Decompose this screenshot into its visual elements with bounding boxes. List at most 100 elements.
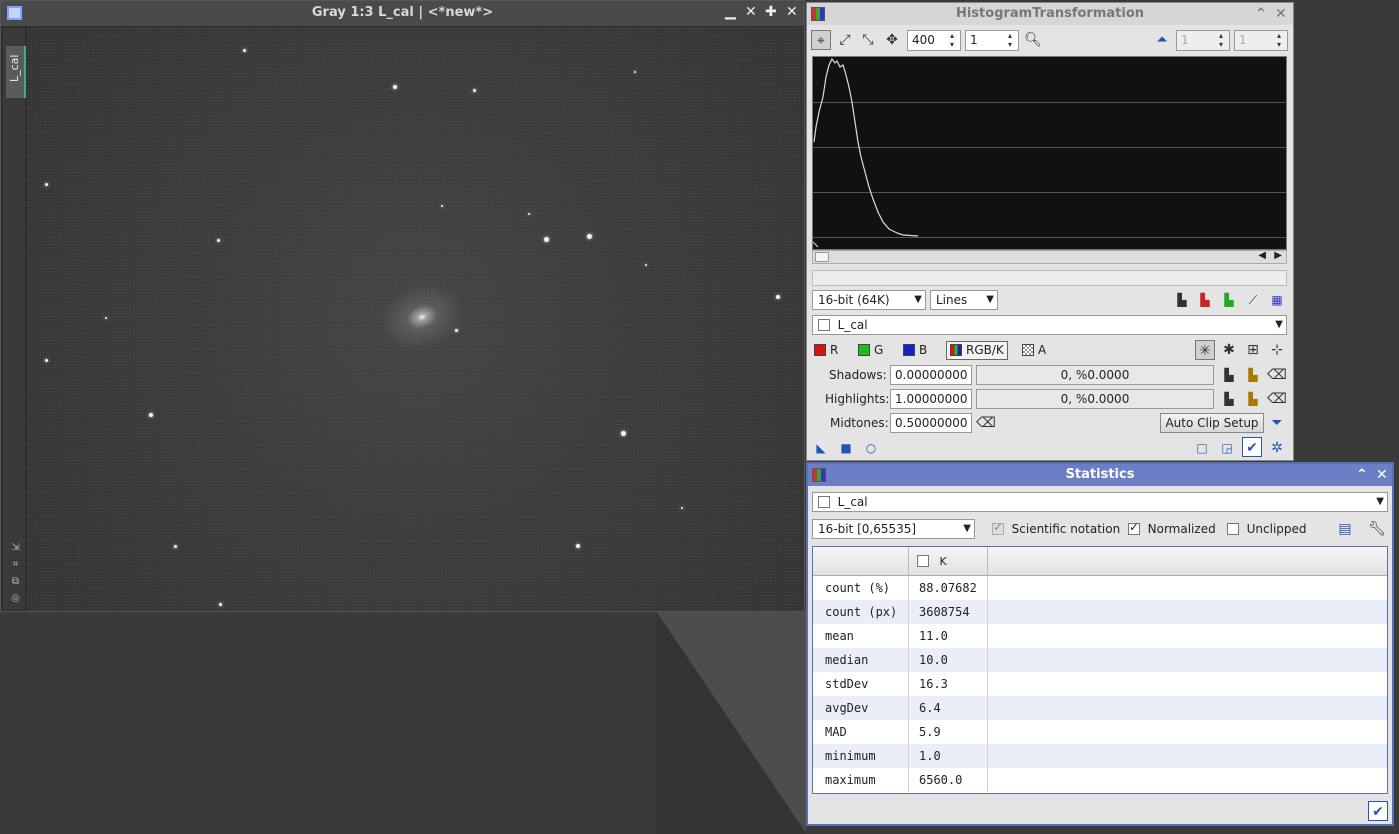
expand-down-icon[interactable]: ⏷ [1267, 413, 1287, 433]
maximize-button[interactable]: ✚ [765, 4, 777, 20]
highlights-label: Highlights: [825, 392, 890, 406]
curve-icon[interactable]: ⟋ [1243, 290, 1263, 310]
channel-g[interactable]: G [858, 343, 883, 357]
apply-global-icon[interactable]: ■ [836, 438, 856, 458]
normalized-checkbox[interactable] [1128, 520, 1140, 535]
shadows-auto2-icon[interactable]: ▙ [1243, 365, 1263, 385]
shadows-label: Shadows: [829, 368, 887, 382]
transfer-function-bar[interactable] [812, 270, 1287, 286]
collapse-icon[interactable]: ⏶ [1152, 30, 1172, 50]
star [621, 431, 626, 436]
zoom-h-spinner[interactable]: 400 [907, 30, 961, 51]
auto-clip-setup-button[interactable]: Auto Clip Setup [1160, 413, 1264, 433]
highlights-reset-icon[interactable]: ⌫ [1267, 389, 1287, 409]
table-row: mean 11.0 [813, 624, 1387, 648]
column-k[interactable]: K [908, 547, 988, 576]
combined-histogram-icon[interactable]: ▙ [1219, 290, 1239, 310]
view-tab-l-cal[interactable]: L_cal [6, 46, 26, 98]
copy-to-clipboard-icon[interactable]: ▤ [1335, 519, 1355, 539]
image-window-titlebar[interactable]: Gray 1:3 L_cal | <*new*> ▁ ✕ ✚ ✕ [1, 1, 804, 26]
highlights-input[interactable]: 1.00000000 [890, 389, 972, 409]
wrench-icon[interactable]: 🔧︎ [1367, 519, 1387, 539]
zoom-v-spinner[interactable]: 1 [965, 30, 1019, 51]
histogram-graph[interactable] [812, 56, 1287, 250]
image-canvas[interactable] [27, 27, 804, 611]
highlights-auto-icon[interactable]: ▙ [1219, 389, 1239, 409]
midtones-input[interactable]: 0.50000000 [890, 413, 972, 433]
expand-icon[interactable]: ⊞ [1243, 340, 1263, 360]
scroll-thumb[interactable] [815, 252, 829, 262]
cancel-icon[interactable]: ✲ [1267, 438, 1287, 458]
clone-icon[interactable]: ⧉ [10, 576, 21, 587]
highlights-clipping-readout: 0, %0.0000 [976, 389, 1214, 409]
process-icon [812, 468, 826, 482]
target-icon[interactable]: ◎ [10, 593, 21, 604]
ht-titlebar[interactable]: HistogramTransformation ⌃ ✕ [807, 3, 1293, 25]
chevron-down-icon: ▼ [1376, 496, 1384, 507]
stat-value: 3608754 [908, 600, 988, 624]
highlights-auto2-icon[interactable]: ▙ [1243, 389, 1263, 409]
statistics-titlebar[interactable]: Statistics ⌃ ✕ [808, 464, 1392, 486]
column-checkbox[interactable] [917, 555, 929, 567]
alpha-swatch [1022, 344, 1034, 356]
range-select[interactable]: 16-bit [0,65535] ▼ [812, 519, 975, 539]
close-button[interactable]: ✕ [1275, 3, 1287, 25]
zoom-fit-icon[interactable]: ⤢ [835, 30, 855, 50]
unclipped-option[interactable]: Unclipped [1227, 522, 1307, 536]
log-histogram-icon[interactable]: ▙ [1172, 290, 1192, 310]
ht-view-select[interactable]: L_cal ▼ [812, 315, 1287, 335]
crosshair-icon[interactable]: ⌖ [811, 30, 831, 50]
statistics-view-select[interactable]: L_cal ▼ [812, 492, 1388, 512]
view-side-tabs: L_cal ⇲ ⌗ ⧉ ◎ [3, 28, 26, 610]
midtones-reset-icon[interactable]: ⌫ [976, 413, 996, 433]
magnifier-icon[interactable]: 🔍︎ [1023, 30, 1043, 50]
view-checkbox[interactable] [818, 319, 830, 331]
apply-check-icon[interactable]: ✔ [1368, 801, 1388, 821]
apply-check-icon[interactable]: ✔ [1242, 437, 1262, 457]
normalized-option[interactable]: Normalized [1128, 520, 1216, 536]
close-button[interactable]: ✕ [786, 4, 798, 20]
close-button[interactable]: ✕ [1376, 464, 1388, 486]
reset-icon[interactable]: ◲ [1217, 438, 1237, 458]
image-window[interactable]: Gray 1:3 L_cal | <*new*> ▁ ✕ ✚ ✕ L_cal ⇲… [0, 0, 805, 612]
reset-all-icon[interactable]: ✳ [1195, 340, 1215, 360]
zoom-fit-icon[interactable]: ⌗ [10, 559, 21, 570]
browse-docs-icon[interactable]: □ [1192, 438, 1212, 458]
unclipped-checkbox[interactable] [1227, 523, 1239, 535]
graph-style-select[interactable]: Lines ▼ [930, 290, 998, 310]
shadows-input[interactable]: 0.00000000 [890, 365, 972, 385]
shade-button[interactable]: ⌃ [1255, 3, 1267, 25]
pan-icon[interactable]: ✥ [882, 30, 902, 50]
table-row: minimum 1.0 [813, 744, 1387, 768]
resolution-select[interactable]: 16-bit (64K) ▼ [812, 290, 926, 310]
color-histogram-icon[interactable]: ▙ [1195, 290, 1215, 310]
disabled-spinner-1: 1 [1176, 30, 1230, 51]
shadows-reset-icon[interactable]: ⌫ [1267, 365, 1287, 385]
grid-icon[interactable]: ▦ [1267, 290, 1287, 310]
scientific-notation-option[interactable]: Scientific notation [992, 520, 1120, 536]
channel-a[interactable]: A [1022, 343, 1046, 357]
histogram-scrollbar[interactable]: ◀ ▶ [812, 250, 1287, 264]
shade-button[interactable]: ▁ [725, 4, 736, 20]
zoom-in-icon[interactable]: ⤡ [858, 30, 878, 50]
shadows-auto-icon[interactable]: ▙ [1219, 365, 1239, 385]
statistics-title: Statistics [1065, 467, 1135, 482]
green-swatch [858, 344, 870, 356]
scroll-left-icon[interactable]: ◀ [1258, 250, 1266, 261]
channel-r[interactable]: R [814, 343, 838, 357]
table-row: median 10.0 [813, 648, 1387, 672]
minimize-button[interactable]: ✕ [745, 4, 757, 20]
star [149, 413, 153, 417]
channel-rgbk[interactable]: RGB/K [946, 341, 1008, 360]
view-checkbox[interactable] [818, 496, 830, 508]
new-instance-icon[interactable]: ◣ [811, 438, 831, 458]
shade-button[interactable]: ⌃ [1356, 464, 1368, 486]
scroll-right-icon[interactable]: ▶ [1274, 250, 1282, 261]
settings-gear-icon[interactable]: ✱ [1219, 340, 1239, 360]
channel-b[interactable]: B [903, 343, 927, 357]
fit-icon[interactable]: ⇲ [10, 542, 21, 553]
fit-icon[interactable]: ⊹ [1267, 340, 1287, 360]
real-time-preview-icon[interactable]: ○ [861, 438, 881, 458]
star [681, 507, 683, 509]
scientific-notation-checkbox[interactable] [992, 520, 1004, 535]
